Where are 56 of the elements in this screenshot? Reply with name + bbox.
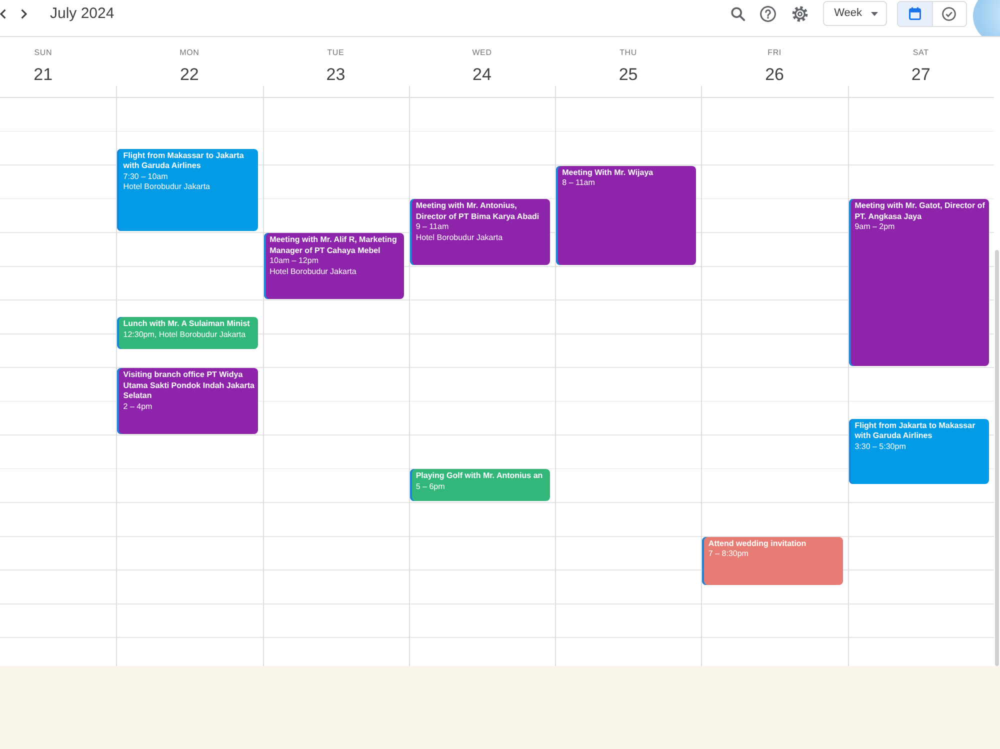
event-time: 7 – 8:30pm — [708, 549, 748, 560]
bubble-icon — [972, 0, 1000, 36]
chevron-left-icon — [0, 8, 6, 18]
event-time: 3:30 – 5:30pm — [854, 442, 906, 452]
scrollbar-thumb[interactable] — [995, 250, 999, 666]
weekday-label: THU — [620, 47, 637, 58]
weekday-label: SUN — [34, 47, 52, 58]
event-time: 9 – 11am — [416, 222, 449, 233]
event-time: 7:30 – 10am — [123, 172, 168, 182]
event-title: Visiting branch office PT Widya Utama Sakti Pondok Indah Jakarta Selatan — [123, 370, 256, 402]
event-card[interactable]: Meeting with Mr. Antonius, Director of PT Bima Karya Abadi 9 – 11am Hotel Borobudur Jakarta — [410, 199, 550, 265]
event-time: 8 – 11am — [562, 178, 595, 188]
month-title: July 2024 — [50, 4, 114, 24]
search-icon — [731, 6, 746, 20]
weekday-label: FRI — [768, 47, 782, 58]
date-number[interactable]: 25 — [618, 64, 638, 86]
caret-icon — [871, 12, 878, 16]
event-time: 10am – 12pm — [270, 256, 318, 266]
date-number[interactable]: 24 — [472, 64, 492, 86]
event-title: Flight from Makassar to Jakarta with Garuda Airlines — [123, 150, 245, 172]
event-card[interactable]: Meeting with Mr. Alif R, Marketing Manager of PT Cahaya Mebel 10am – 12pm Hotel Borobudur Jakarta — [264, 233, 404, 298]
chevron-right-icon — [21, 8, 27, 18]
event-title: Meeting With Mr. Wijaya — [562, 168, 654, 178]
event-location: Hotel Borobudur Jakarta — [270, 266, 356, 277]
event-time: 9am – 2pm — [854, 222, 895, 233]
weekday-label: TUE — [327, 47, 344, 58]
event-time: 2 – 4pm — [123, 402, 152, 412]
weekday-label: WED — [472, 47, 492, 58]
date-number[interactable]: 21 — [34, 64, 53, 86]
event-card[interactable]: Visiting branch office PT Widya Utama Sakti Pondok Indah Jakarta Selatan 2 – 4pm — [117, 368, 258, 434]
event-location: Hotel Borobudur Jakarta — [416, 232, 503, 244]
help-icon — [760, 6, 776, 22]
event-title: Flight from Jakarta to Makassar with Garuda Airlines — [854, 420, 976, 442]
event-time: 12:30pm, Hotel Borobudur Jakarta — [123, 330, 246, 340]
date-number[interactable]: 22 — [180, 64, 199, 86]
event-title: Attend wedding invitation — [708, 538, 806, 550]
event-title: Lunch with Mr. A Sulaiman Minist — [123, 319, 250, 330]
event-title: Meeting with Mr. Alif R, Marketing Manager of PT Cahaya Mebel — [270, 235, 398, 256]
event-card[interactable]: Meeting With Mr. Wijaya 8 – 11am — [556, 166, 696, 265]
date-number[interactable]: 26 — [765, 64, 784, 86]
weekday-label: SAT — [912, 47, 929, 58]
weekday-label: MON — [180, 47, 200, 58]
event-location: Hotel Borobudur Jakarta — [123, 182, 210, 193]
date-number[interactable]: 23 — [326, 64, 346, 86]
calendar-icon — [908, 7, 921, 20]
calendar-view-button[interactable] — [898, 2, 932, 26]
event-title: Meeting with Mr. Gatot, Director of PT. Angkasa Jaya — [854, 201, 986, 222]
check-circle-icon — [942, 6, 956, 20]
event-time: 5 – 6pm — [416, 482, 445, 492]
tasks-view-button[interactable] — [932, 2, 966, 26]
event-title: Meeting with Mr. Antonius, Director of PT Bima Karya Abadi — [416, 201, 540, 222]
event-card[interactable]: Meeting with Mr. Gatot, Director of PT. Angkasa Jaya 9am – 2pm — [848, 199, 989, 366]
view-dropdown[interactable]: Week — [823, 1, 887, 26]
event-title: Playing Golf with Mr. Antonius an — [416, 471, 543, 482]
settings-icon — [792, 6, 808, 22]
date-number[interactable]: 27 — [911, 64, 930, 86]
